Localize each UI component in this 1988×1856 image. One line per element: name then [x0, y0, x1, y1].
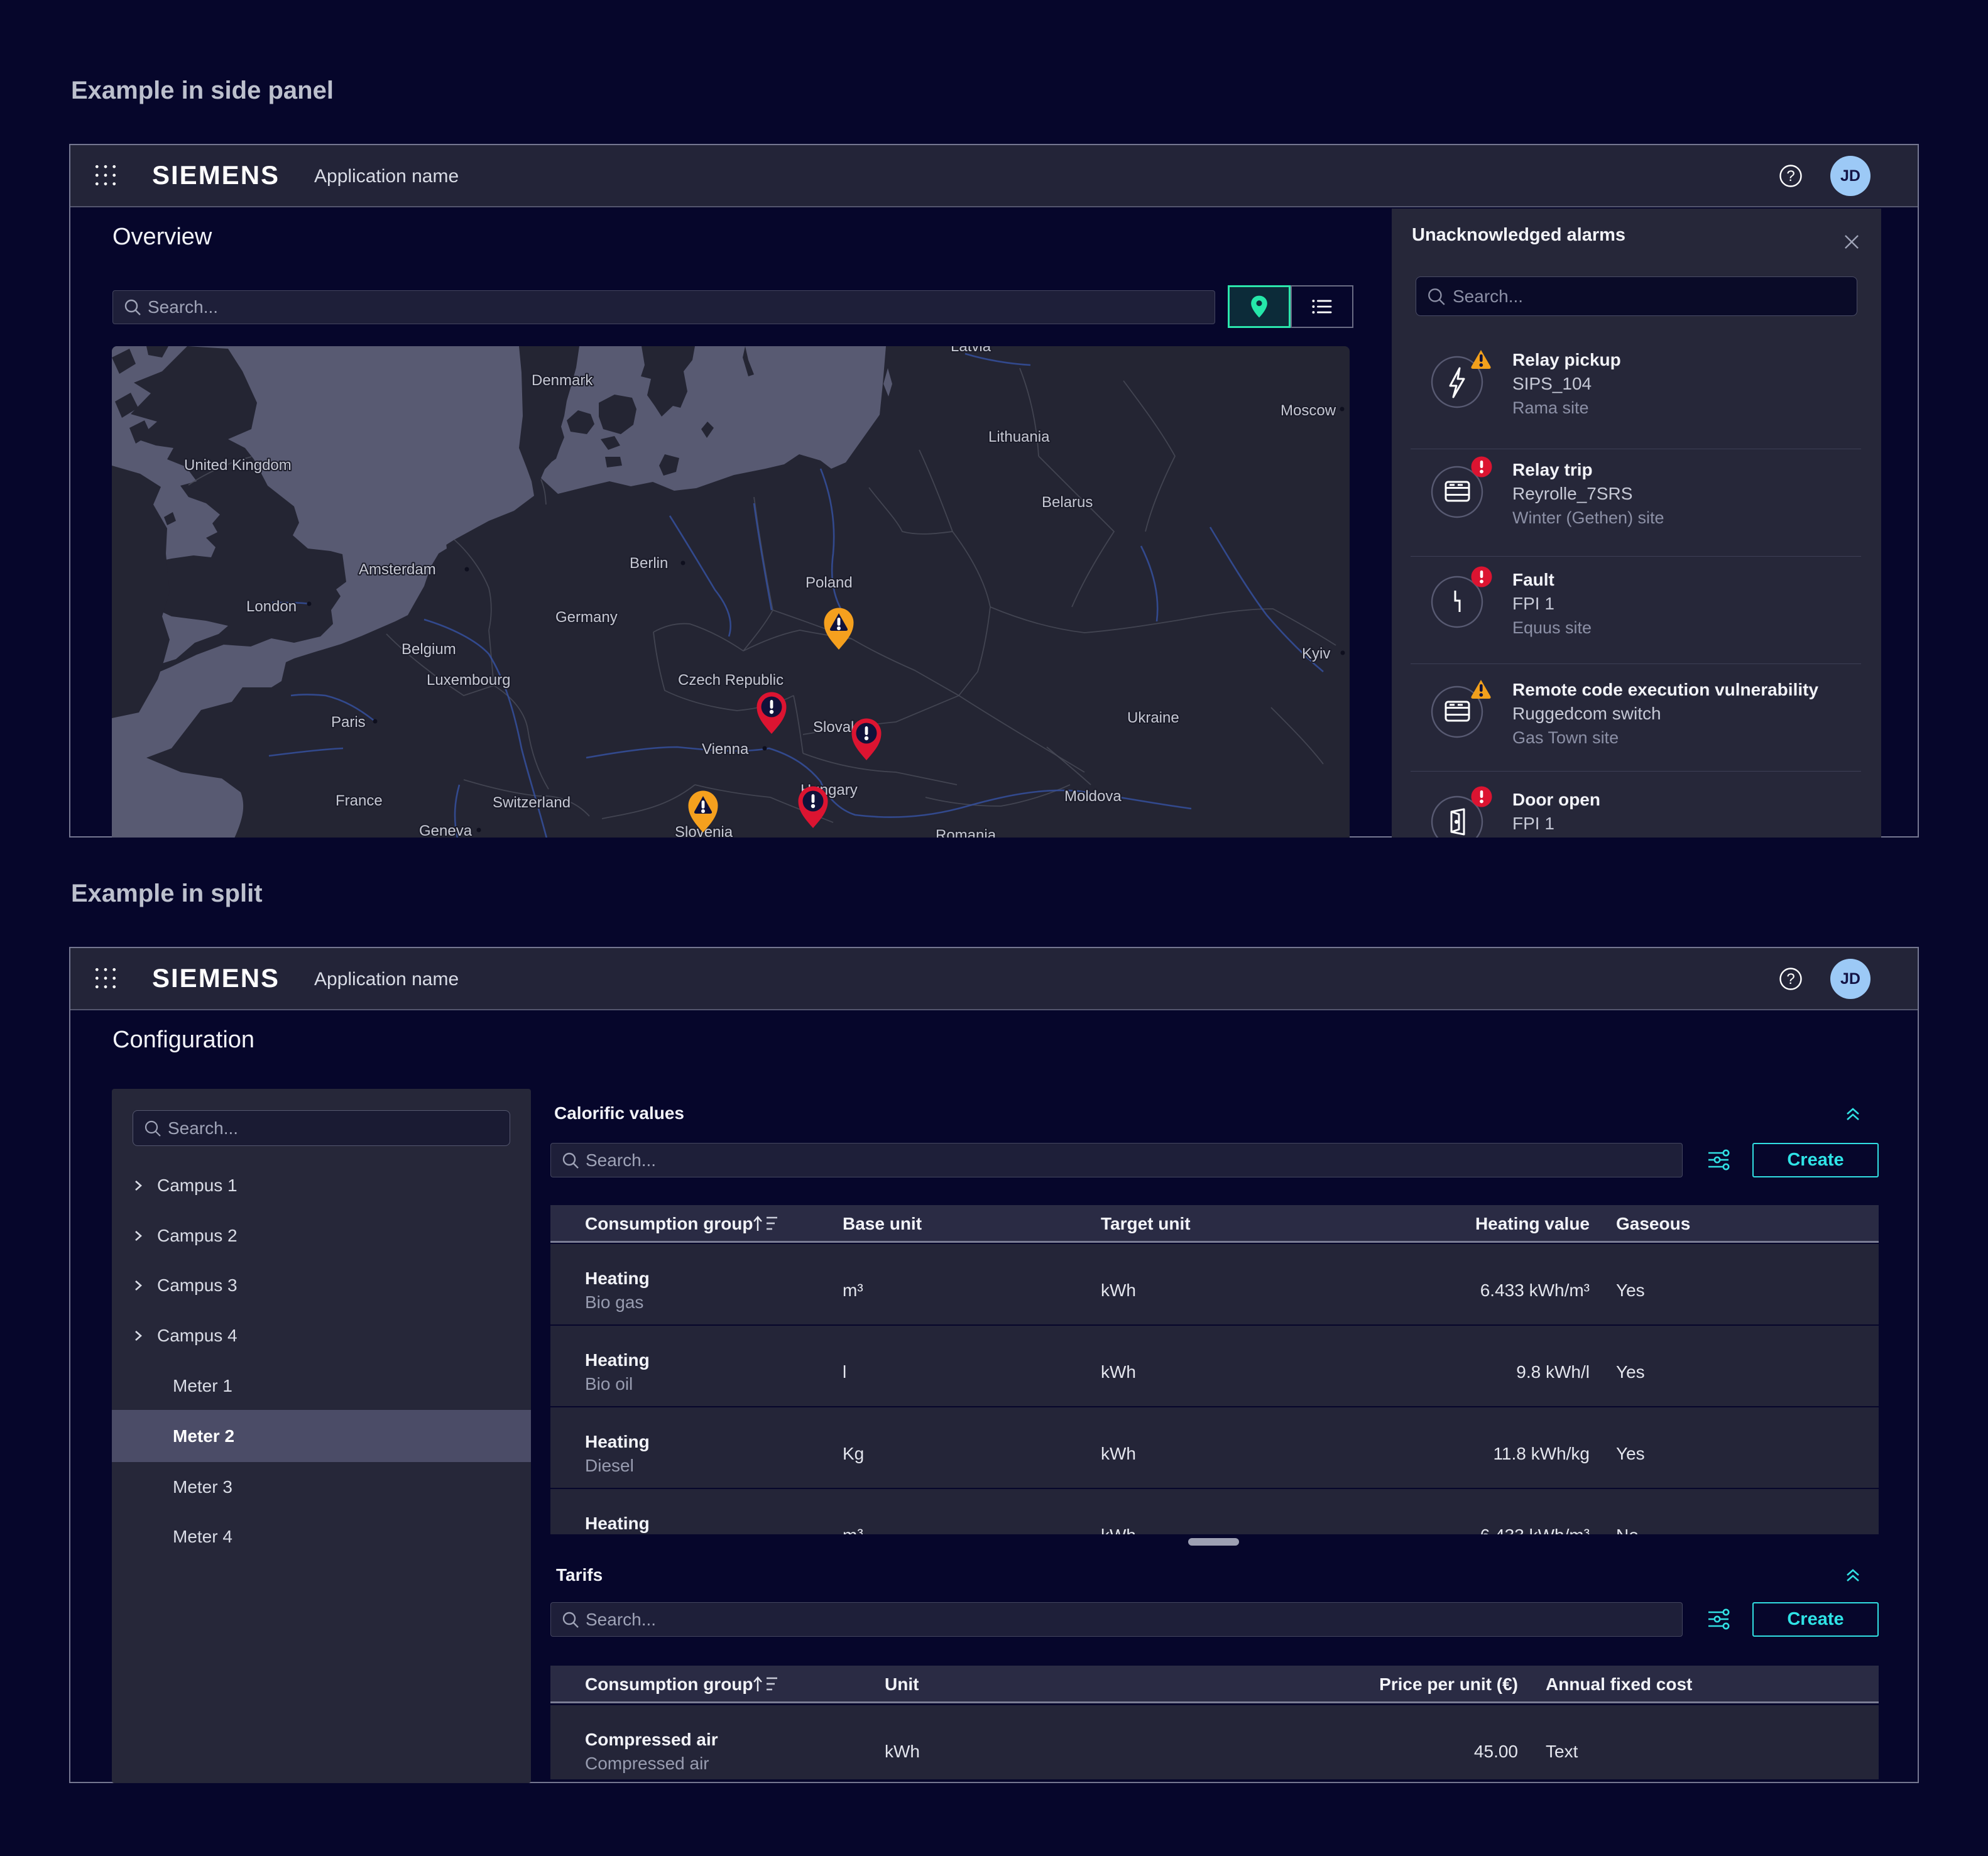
svg-text:Latvia: Latvia	[951, 346, 991, 355]
svg-text:Kyiv: Kyiv	[1302, 645, 1330, 662]
svg-text:?: ?	[1786, 971, 1794, 988]
svg-text:Belarus: Belarus	[1042, 494, 1093, 511]
svg-text:Belgium: Belgium	[401, 641, 456, 658]
svg-text:Moldova: Moldova	[1064, 788, 1122, 805]
svg-text:United Kingdom: United Kingdom	[184, 457, 292, 474]
svg-text:Amsterdam: Amsterdam	[359, 561, 436, 578]
svg-text:Poland: Poland	[806, 574, 853, 591]
svg-text:Luxembourg: Luxembourg	[427, 672, 510, 689]
svg-text:?: ?	[1786, 168, 1794, 185]
svg-text:London: London	[246, 598, 297, 615]
svg-text:Switzerland: Switzerland	[493, 794, 571, 811]
svg-text:Vienna: Vienna	[702, 741, 749, 758]
svg-text:Lithuania: Lithuania	[988, 429, 1050, 445]
svg-text:Romania: Romania	[936, 827, 997, 838]
svg-text:Paris: Paris	[331, 714, 366, 731]
svg-text:Denmark: Denmark	[532, 372, 593, 389]
svg-text:Berlin: Berlin	[630, 555, 668, 572]
svg-text:Germany: Germany	[555, 609, 618, 626]
svg-text:Czech Republic: Czech Republic	[678, 672, 784, 689]
svg-text:Ukraine: Ukraine	[1127, 709, 1179, 726]
svg-text:France: France	[336, 792, 383, 809]
svg-text:Moscow: Moscow	[1281, 402, 1336, 419]
svg-text:Geneva: Geneva	[419, 822, 472, 838]
